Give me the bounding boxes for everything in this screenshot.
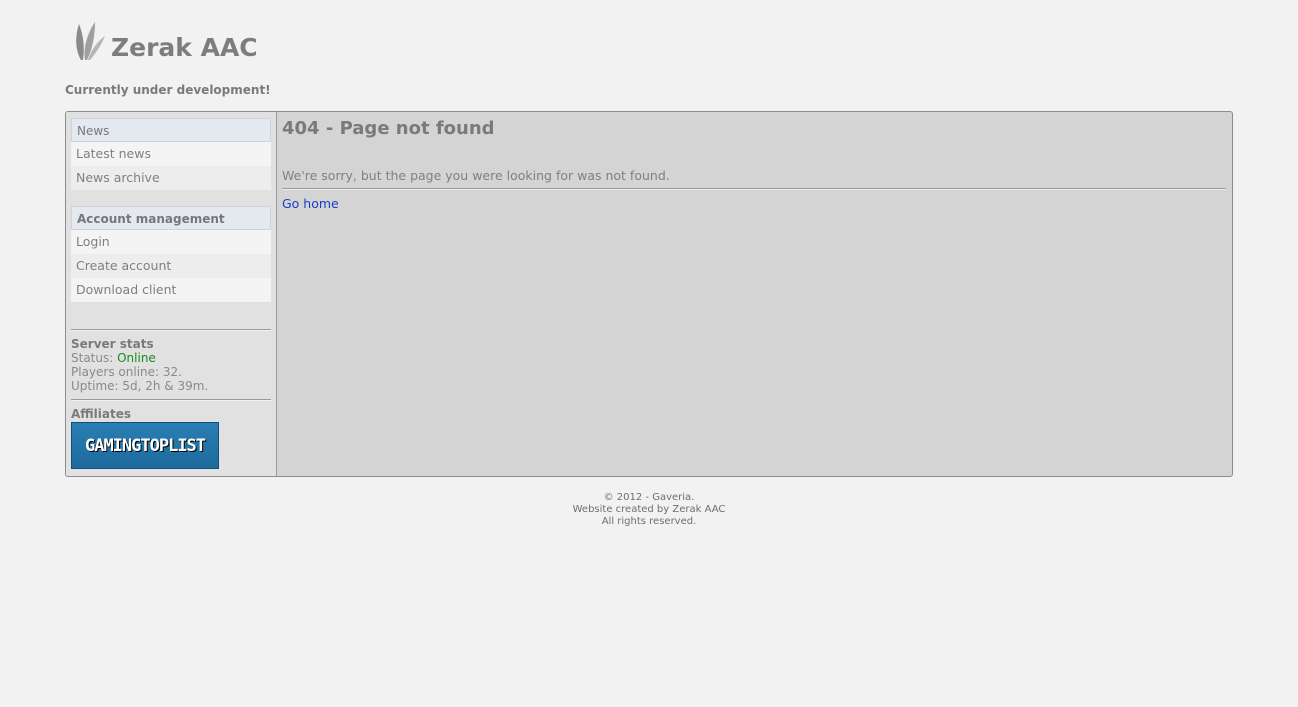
server-stats: Server stats Status: Online Players onli… [71, 337, 271, 393]
server-stats-title: Server stats [71, 337, 154, 351]
sidebar-divider [71, 329, 271, 331]
server-status-value: Online [117, 351, 156, 365]
gamingtoplist-banner[interactable]: GAMINGTOPLIST [71, 422, 219, 469]
site-tagline: Currently under development! [65, 83, 271, 97]
players-online: Players online: 32. [71, 365, 182, 379]
menu-account: Account management Login Create account … [71, 206, 271, 302]
footer-credit: Website created by Zerak AAC [572, 504, 726, 515]
leaf-icon [76, 22, 105, 60]
site-header: Zerak AAC Currently under development! [65, 18, 465, 98]
footer-copyright: © 2012 - Gaveria. [603, 492, 695, 503]
content-area: 404 - Page not found We're sorry, but th… [282, 112, 1227, 476]
menu-item-create-account[interactable]: Create account [71, 254, 271, 278]
affiliates-title: Affiliates [71, 407, 132, 421]
site-title: Zerak AAC [111, 32, 258, 62]
go-home-link[interactable]: Go home [282, 196, 339, 211]
footer-rights: All rights reserved. [601, 516, 697, 527]
error-message: We're sorry, but the page you were looki… [282, 168, 670, 183]
menu-news: News Latest news News archive [71, 118, 271, 190]
site-logo[interactable]: Zerak AAC [73, 20, 258, 62]
menu-header-account-management[interactable]: Account management [71, 206, 271, 230]
page-title: 404 - Page not found [282, 118, 495, 139]
server-status-label: Status: [71, 351, 114, 365]
server-status: Status: Online [71, 351, 271, 365]
page: Zerak AAC Currently under development! N… [0, 0, 1298, 707]
menu-item-login[interactable]: Login [71, 230, 271, 254]
menu-item-latest-news[interactable]: Latest news [71, 142, 271, 166]
menu-item-news-archive[interactable]: News archive [71, 166, 271, 190]
content-divider [282, 188, 1226, 190]
menu-header-news[interactable]: News [71, 118, 271, 142]
footer: © 2012 - Gaveria. Website created by Zer… [449, 492, 849, 528]
menu-item-download-client[interactable]: Download client [71, 278, 271, 302]
main-panel: News Latest news News archive Account ma… [65, 111, 1233, 477]
sidebar: News Latest news News archive Account ma… [66, 112, 277, 476]
server-uptime: Uptime: 5d, 2h & 39m. [71, 379, 209, 393]
affiliates: Affiliates GAMINGTOPLIST [71, 407, 271, 469]
sidebar-divider [71, 399, 271, 401]
